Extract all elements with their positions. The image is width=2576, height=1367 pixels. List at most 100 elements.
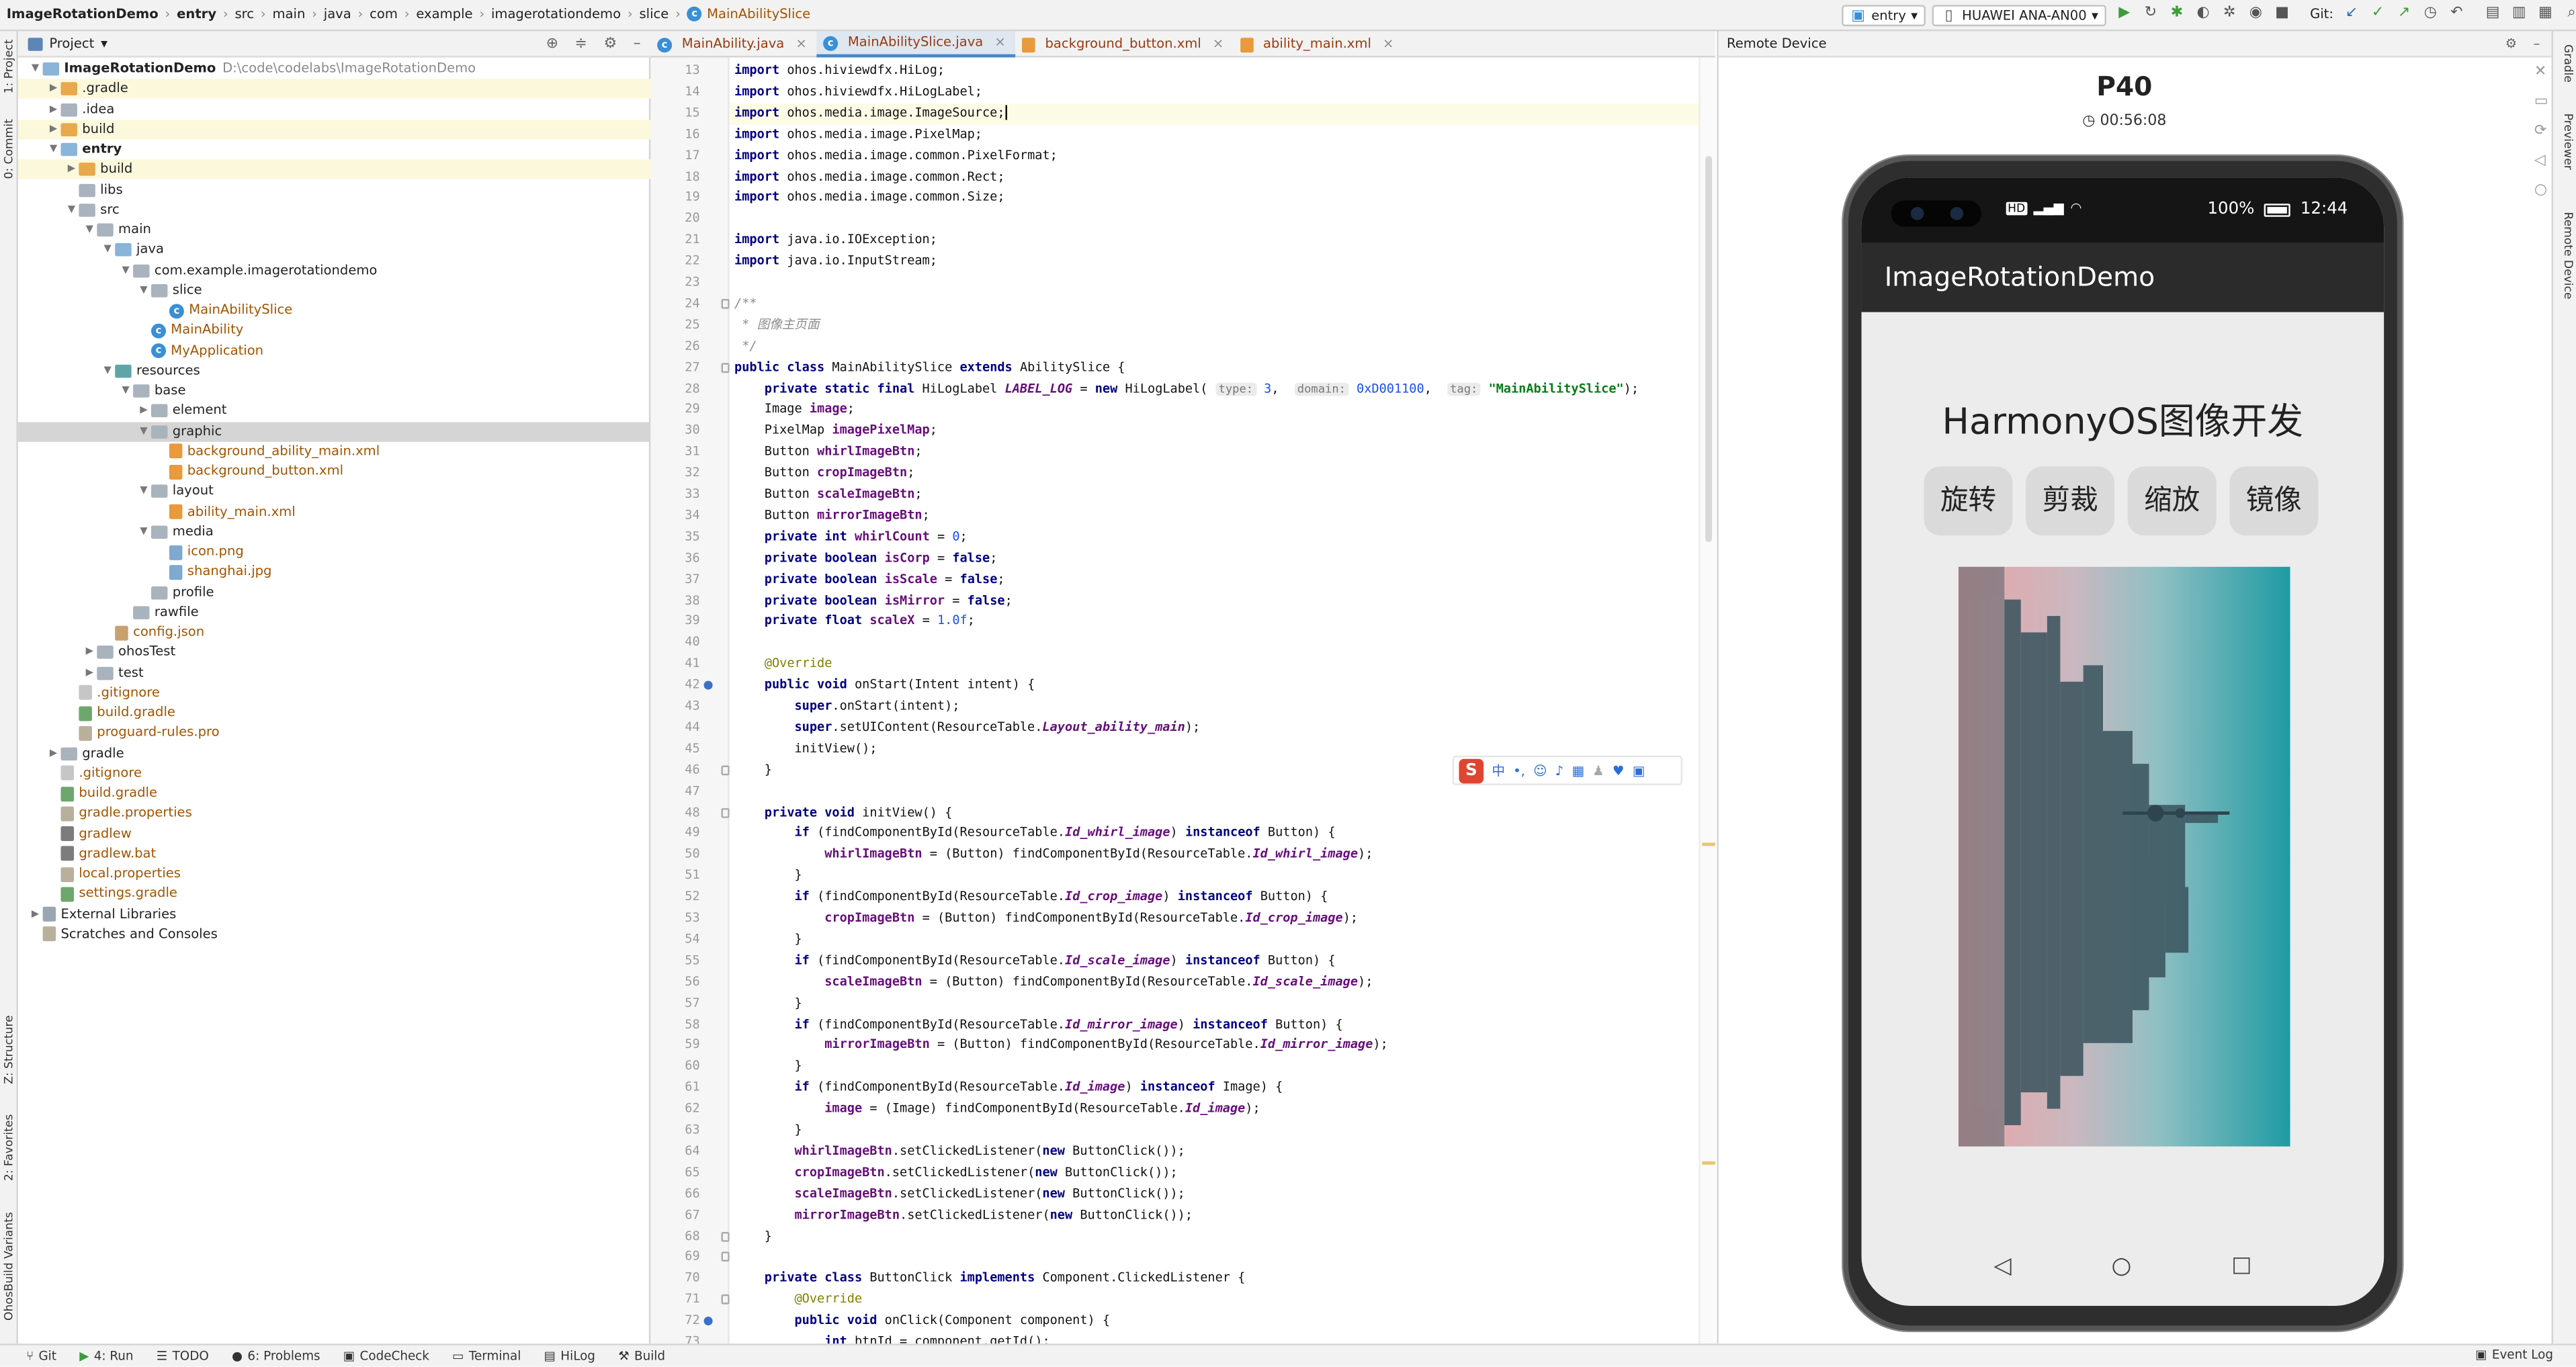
chevron-down-icon[interactable]: ▼ xyxy=(100,361,115,380)
tree-item[interactable]: icon.png xyxy=(18,542,650,562)
screenshot-icon[interactable]: ▭ xyxy=(2534,93,2548,109)
chevron-right-icon[interactable]: ▶ xyxy=(46,743,60,762)
chevron-right-icon[interactable]: ▶ xyxy=(64,160,79,179)
code-line[interactable]: private class ButtonClick implements Com… xyxy=(734,1268,1246,1290)
debug-icon[interactable]: ✱ xyxy=(2169,5,2185,21)
tree-item[interactable]: profile xyxy=(18,582,650,602)
code-line[interactable]: PixelMap imagePixelMap; xyxy=(734,421,937,443)
tool-tab-favorites[interactable]: 2: Favorites xyxy=(0,1107,18,1189)
code-line[interactable]: int btnId = component.getId(); xyxy=(734,1332,1049,1344)
code-line[interactable]: mirrorImageBtn = (Button) findComponentB… xyxy=(734,1035,1388,1057)
git-update-icon[interactable]: ↙ xyxy=(2344,5,2360,21)
code-line[interactable]: Image image; xyxy=(734,400,855,421)
tree-item[interactable]: ▼ layout xyxy=(18,482,650,501)
code-line[interactable]: } xyxy=(734,760,772,781)
scrollbar-thumb[interactable] xyxy=(1705,156,1713,542)
tree-item[interactable]: ▶ ohosTest xyxy=(18,643,650,662)
code-line[interactable]: private static final HiLogLabel LABEL_LO… xyxy=(734,379,1639,400)
chevron-right-icon[interactable]: ▶ xyxy=(46,79,60,99)
breadcrumb-item[interactable]: src xyxy=(234,7,254,21)
hide-icon[interactable]: – xyxy=(2534,31,2540,57)
code-line[interactable]: } xyxy=(734,1057,802,1078)
code-line[interactable]: @Override xyxy=(734,654,832,676)
code-line[interactable]: import ohos.media.image.common.Size; xyxy=(734,188,1004,210)
tree-item[interactable]: proguard-rules.pro xyxy=(18,723,650,743)
chevron-down-icon[interactable]: ▼ xyxy=(100,240,115,260)
ime-user-icon[interactable]: ♟ xyxy=(1592,763,1604,778)
tool-tab-gradle[interactable]: Gradle xyxy=(2557,44,2575,93)
chevron-down-icon[interactable]: ▼ xyxy=(136,482,151,501)
tool-tab-previewer[interactable]: Previewer xyxy=(2557,114,2575,195)
tree-item[interactable]: ▼ media xyxy=(18,522,650,541)
chevron-down-icon[interactable]: ▼ xyxy=(136,281,151,300)
chevron-down-icon[interactable]: ▼ xyxy=(28,59,43,79)
code-line[interactable]: if (findComponentById(ResourceTable.Id_c… xyxy=(734,887,1328,909)
editor-tab[interactable]: background_button.xml × xyxy=(1015,31,1233,57)
code-line[interactable]: super.setUIContent(ResourceTable.Layout_… xyxy=(734,717,1200,739)
code-line[interactable]: initView(); xyxy=(734,739,877,760)
code-line[interactable]: if (findComponentById(ResourceTable.Id_w… xyxy=(734,824,1335,845)
stop-icon[interactable]: ■ xyxy=(2274,5,2290,21)
rotate-device-icon[interactable]: ⟳ xyxy=(2534,123,2548,139)
gear-icon[interactable]: ⚙ xyxy=(2505,31,2518,57)
tree-item[interactable]: config.json xyxy=(18,623,650,642)
breadcrumb-item[interactable]: com xyxy=(370,7,398,21)
ime-punct-icon[interactable]: •, xyxy=(1513,763,1525,778)
tool-terminal[interactable]: ▭ Terminal xyxy=(452,1349,521,1364)
breadcrumb-item[interactable]: ImageRotationDemo xyxy=(7,7,159,21)
code-line[interactable]: whirlImageBtn.setClickedListener(new But… xyxy=(734,1141,1185,1163)
tree-item[interactable]: ▼ graphic xyxy=(17,421,651,441)
code-line[interactable]: mirrorImageBtn.setClickedListener(new Bu… xyxy=(734,1205,1193,1227)
code-line[interactable]: scaleImageBtn.setClickedListener(new But… xyxy=(734,1184,1185,1205)
code-line[interactable]: import ohos.hiviewdfx.HiLogLabel; xyxy=(734,82,982,103)
tree-item[interactable]: gradlew.bat xyxy=(18,844,650,863)
back-nav-icon[interactable]: ◁ xyxy=(1993,1253,2011,1279)
tree-item[interactable]: .gitignore xyxy=(18,683,650,703)
chevron-down-icon[interactable]: ▼ xyxy=(136,522,151,541)
code-line[interactable]: private float scaleX = 1.0f; xyxy=(734,612,975,633)
ime-menu-icon[interactable]: ▣ xyxy=(1633,763,1645,778)
tree-item[interactable]: ▶ .gradle xyxy=(17,79,651,99)
fold-marker-icon[interactable] xyxy=(721,1294,730,1305)
editor-tab[interactable]: ability_main.xml × xyxy=(1234,31,1404,57)
tree-item[interactable]: ▶ build xyxy=(17,159,651,180)
chevron-down-icon[interactable]: ▾ xyxy=(101,36,108,51)
tree-item[interactable]: ▼ com.example.imagerotationdemo xyxy=(18,261,650,280)
breadcrumb-item[interactable]: slice xyxy=(639,7,669,21)
breadcrumb-item[interactable]: entry xyxy=(177,7,216,21)
tool-tab-structure[interactable]: Z: Structure xyxy=(0,1008,18,1090)
tree-item[interactable]: ▶ build xyxy=(17,119,651,140)
event-log[interactable]: ▣ Event Log xyxy=(2475,1347,2553,1362)
close-icon[interactable]: × xyxy=(1383,31,1393,57)
ime-emoji-icon[interactable]: ☺ xyxy=(1533,763,1547,778)
tree-item[interactable]: ▼ slice xyxy=(18,281,650,300)
breadcrumb-item[interactable]: java xyxy=(324,7,351,21)
code-line[interactable]: private int whirlCount = 0; xyxy=(734,527,968,548)
code-line[interactable]: cropImageBtn = (Button) findComponentByI… xyxy=(734,908,1358,930)
git-commit-icon[interactable]: ✓ xyxy=(2370,5,2386,21)
project-structure-icon[interactable]: ▤ xyxy=(2485,5,2501,21)
ime-keyboard-icon[interactable]: ▦ xyxy=(1572,763,1584,778)
tool-git[interactable]: ⑂ Git xyxy=(26,1349,56,1364)
home-nav-icon[interactable]: ○ xyxy=(2111,1253,2131,1279)
collapse-all-icon[interactable]: ≑ xyxy=(575,36,587,52)
tool-hilog[interactable]: ▤ HiLog xyxy=(544,1349,595,1364)
override-icon[interactable]: ● xyxy=(703,1314,714,1327)
run-config-select[interactable]: ▣ entry ▾ xyxy=(1842,5,1926,27)
code-line[interactable]: Button mirrorImageBtn; xyxy=(734,506,930,527)
chevron-down-icon[interactable]: ▼ xyxy=(118,261,133,280)
override-icon[interactable]: ● xyxy=(703,678,714,692)
tree-item[interactable]: rawfile xyxy=(18,603,650,622)
breadcrumb-item[interactable]: main xyxy=(272,7,305,21)
code-line[interactable]: } xyxy=(734,993,802,1014)
fold-marker-icon[interactable] xyxy=(721,362,730,373)
code-line[interactable]: private boolean isCorp = false; xyxy=(734,548,998,570)
chevron-right-icon[interactable]: ▶ xyxy=(28,904,43,924)
code-line[interactable]: public void onStart(Intent intent) { xyxy=(734,675,1035,697)
editor-scrollbar[interactable] xyxy=(1699,57,1715,1344)
fold-marker-icon[interactable] xyxy=(721,1231,730,1241)
phone-screen[interactable]: HD ▂▄▆ ◠ 100% 12:44 ImageRotationDemo Harmo… xyxy=(1861,177,2385,1307)
code-line[interactable]: public void onClick(Component component)… xyxy=(734,1311,1110,1333)
code-line[interactable]: } xyxy=(734,930,802,951)
tree-item[interactable]: ▶ test xyxy=(18,663,650,682)
